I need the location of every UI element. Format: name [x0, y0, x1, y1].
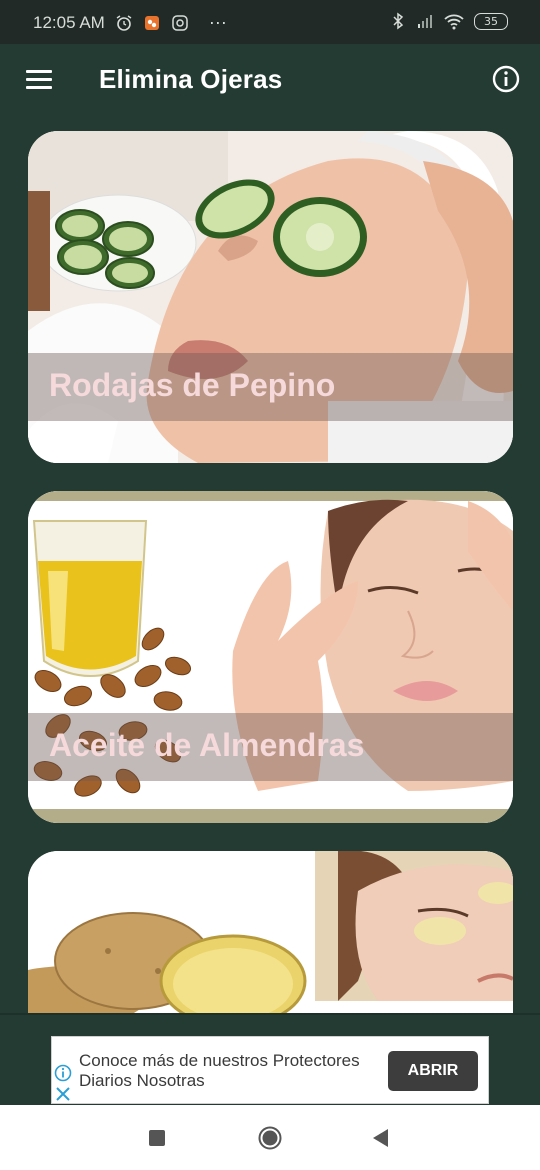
remedy-card-almond-oil[interactable]: Aceite de Almendras: [28, 491, 513, 823]
hamburger-menu-icon[interactable]: [24, 68, 54, 92]
remedy-card-cucumber[interactable]: Rodajas de Pepino: [28, 131, 513, 463]
back-icon[interactable]: [370, 1127, 390, 1149]
status-left: 12:05 AM ···: [33, 12, 227, 33]
alarm-icon: [116, 14, 132, 31]
card-title: Rodajas de Pepino: [49, 367, 336, 403]
system-nav-bar: [0, 1105, 540, 1170]
recent-apps-icon[interactable]: [149, 1130, 165, 1146]
app-bar: Elimina Ojeras: [0, 44, 540, 116]
wifi-icon: [444, 14, 464, 30]
app-notification-icon: [144, 15, 159, 30]
remedy-card-potato[interactable]: [28, 851, 513, 1013]
potato-eye-patches-photo: [28, 851, 513, 1013]
content-divider: [0, 1013, 540, 1015]
status-bar: 12:05 AM ··· 35: [0, 0, 540, 44]
status-right: 35: [389, 12, 508, 30]
ad-text: Conoce más de nuestros Protectores Diari…: [79, 1051, 360, 1090]
card-title: Aceite de Almendras: [49, 727, 365, 763]
bluetooth-icon: [393, 12, 404, 30]
instagram-icon: [172, 14, 188, 31]
status-time: 12:05 AM: [33, 12, 105, 32]
more-dots: ···: [208, 12, 227, 32]
ad-close-icon[interactable]: [54, 1085, 72, 1103]
signal-icon: [418, 15, 432, 28]
info-icon[interactable]: [491, 64, 521, 94]
battery-icon: 35: [474, 12, 508, 30]
ad-info-icon[interactable]: [54, 1064, 72, 1082]
ad-banner[interactable]: Conoce más de nuestros Protectores Diari…: [51, 1036, 489, 1104]
page-title: Elimina Ojeras: [99, 64, 283, 94]
ad-open-button[interactable]: ABRIR: [388, 1051, 478, 1091]
home-icon[interactable]: [258, 1126, 282, 1150]
